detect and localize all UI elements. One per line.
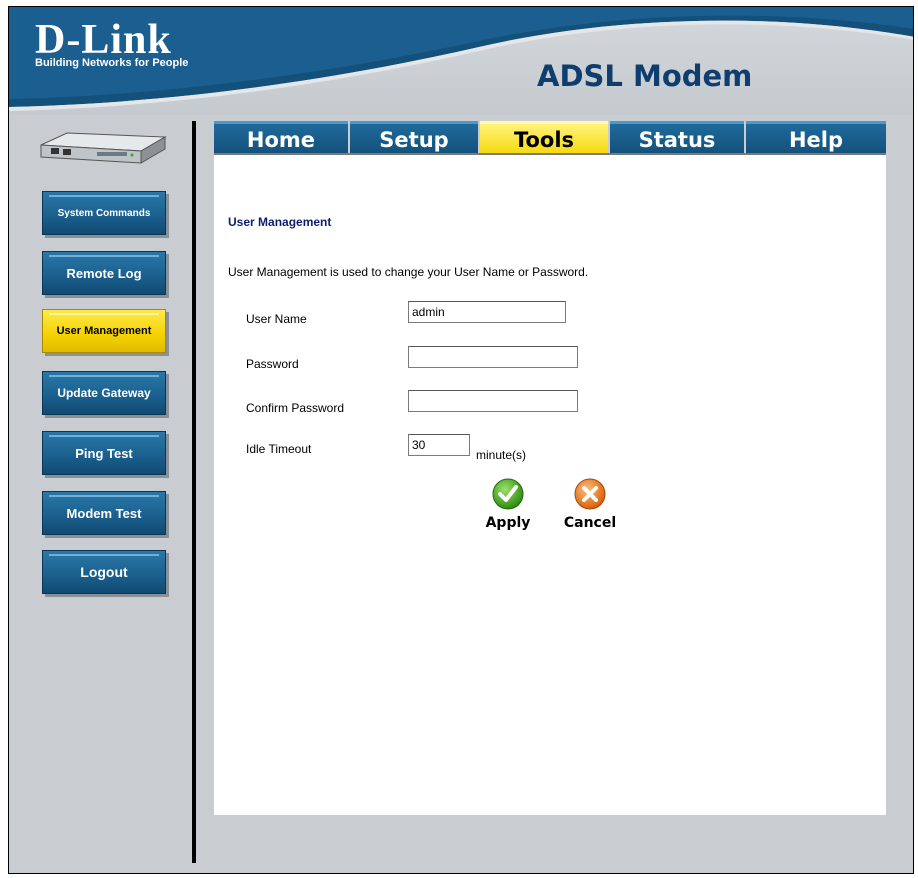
page-title: User Management	[228, 215, 332, 229]
sidebar-item-label: User Management	[56, 325, 152, 337]
apply-label: Apply	[485, 515, 531, 531]
sidebar-item-label: Ping Test	[75, 445, 133, 461]
header-banner: D-Link Building Networks for People ADSL…	[9, 7, 913, 115]
password-label: Password	[246, 357, 299, 371]
sidebar-item-label: Remote Log	[66, 265, 142, 281]
username-input[interactable]	[408, 301, 566, 323]
idle-timeout-label: Idle Timeout	[246, 442, 312, 456]
app-frame: D-Link Building Networks for People ADSL…	[8, 6, 914, 874]
cancel-x-icon	[574, 478, 606, 510]
cancel-button[interactable]: Cancel	[560, 477, 620, 531]
idle-timeout-input[interactable]	[408, 434, 470, 456]
tab-setup[interactable]: Setup	[350, 121, 478, 155]
tab-tools[interactable]: Tools	[480, 121, 608, 155]
sidebar-item-label: Update Gateway	[57, 386, 151, 400]
sidebar-item-label: System Commands	[57, 207, 151, 219]
sidebar-item-logout[interactable]: Logout	[42, 550, 166, 594]
sidebar-item-system-commands[interactable]: System Commands	[42, 191, 166, 235]
product-title: ADSL Modem	[537, 59, 753, 93]
cancel-label: Cancel	[563, 515, 617, 531]
sidebar-item-label: Logout	[80, 564, 128, 580]
username-label: User Name	[246, 312, 307, 326]
logo-tagline: Building Networks for People	[35, 57, 189, 69]
sidebar-item-update-gateway[interactable]: Update Gateway	[42, 371, 166, 415]
content-panel: User Management User Management is used …	[214, 155, 886, 815]
sidebar-item-remote-log[interactable]: Remote Log	[42, 251, 166, 295]
sidebar-item-modem-test[interactable]: Modem Test	[42, 491, 166, 535]
password-input[interactable]	[408, 346, 578, 368]
confirm-password-input[interactable]	[408, 390, 578, 412]
modem-device-image	[40, 132, 167, 164]
idle-timeout-unit: minute(s)	[476, 448, 527, 462]
tab-label: Help	[788, 127, 844, 152]
tab-help[interactable]: Help	[746, 121, 886, 155]
page-description: User Management is used to change your U…	[228, 265, 589, 279]
sidebar-divider	[192, 121, 196, 863]
sidebar-item-label: Modem Test	[66, 505, 142, 521]
apply-button[interactable]: Apply	[478, 477, 538, 531]
sidebar-item-user-management[interactable]: User Management	[42, 309, 166, 353]
tab-status[interactable]: Status	[610, 121, 744, 155]
tab-label: Tools	[513, 127, 575, 152]
tab-label: Setup	[379, 127, 449, 152]
tab-label: Home	[246, 127, 316, 152]
sidebar-item-ping-test[interactable]: Ping Test	[42, 431, 166, 475]
confirm-password-label: Confirm Password	[246, 401, 345, 415]
tab-label: Status	[638, 127, 716, 152]
check-icon	[492, 478, 524, 510]
tab-home[interactable]: Home	[214, 121, 348, 155]
dlink-logo: D-Link	[35, 17, 172, 63]
